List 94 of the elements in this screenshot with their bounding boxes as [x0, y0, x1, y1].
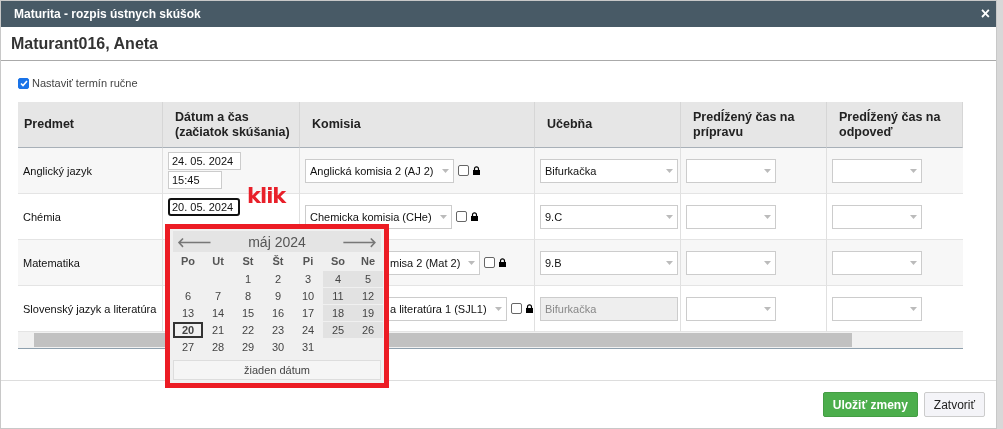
column-header: Predĺžený čas na odpoveď [827, 102, 963, 148]
subject-text: Chémia [23, 210, 61, 223]
lock-icon [470, 212, 478, 221]
prep-time-dropdown[interactable] [686, 296, 776, 321]
answer-time-dropdown[interactable] [832, 158, 922, 183]
next-month-button[interactable]: 🡒 [342, 233, 377, 250]
day-cell[interactable]: 12 [353, 288, 383, 304]
day-cell[interactable]: 18 [323, 305, 353, 321]
lock-icon [472, 166, 480, 175]
column-header: Dátum a čas (začiatok skúšania) [163, 102, 300, 148]
day-cell[interactable]: 24 [293, 322, 323, 338]
day-cell[interactable]: 26 [353, 322, 383, 338]
window-title: Maturita - rozpis ústnych skúšok [14, 7, 201, 21]
weekday-label: Po [179, 254, 197, 269]
caret-icon [764, 214, 771, 219]
caret-icon [910, 260, 917, 265]
day-cell[interactable]: 20 [173, 322, 203, 338]
day-cell[interactable]: 2 [263, 271, 293, 287]
room-dropdown[interactable]: 9.C [540, 204, 678, 229]
close-dialog-button[interactable]: Zatvoriť [923, 392, 985, 417]
caret-icon [494, 306, 502, 311]
caret-icon [666, 214, 673, 219]
caret-icon [439, 214, 447, 219]
caret-icon [910, 306, 917, 311]
caret-icon [910, 168, 917, 173]
annotation-text: klik [247, 184, 286, 208]
day-cell[interactable]: 28 [203, 339, 233, 355]
weekday-label: Št [271, 254, 285, 269]
caret-icon [666, 260, 673, 265]
checkbox[interactable] [510, 303, 522, 314]
day-cell[interactable]: 29 [233, 339, 263, 355]
day-cell[interactable]: 5 [353, 271, 383, 287]
clear-date-button[interactable]: žiaden dátum [173, 360, 381, 380]
caret-icon [764, 260, 771, 265]
day-cell[interactable]: 11 [323, 288, 353, 304]
caret-icon [441, 168, 449, 173]
day-cell[interactable]: 23 [263, 322, 293, 338]
day-cell[interactable]: 27 [173, 339, 203, 355]
subject-text: Slovenský jazyk a literatúra [23, 302, 157, 315]
checkbox[interactable] [18, 77, 29, 89]
day-cell[interactable]: 15 [233, 305, 263, 321]
prev-month-button[interactable]: 🡐 [177, 233, 212, 250]
day-cell[interactable]: 6 [173, 288, 203, 304]
column-header: Predĺžený čas na prípravu [681, 102, 827, 148]
day-cell[interactable]: 4 [323, 271, 353, 287]
weekday-label: St [241, 254, 255, 269]
prep-time-dropdown[interactable] [686, 204, 776, 229]
room-dropdown[interactable]: 9.B [540, 250, 678, 275]
column-header: Predmet [18, 102, 163, 148]
subject-text: Anglický jazyk [23, 164, 93, 177]
column-header: Učebňa [535, 102, 681, 148]
checkbox[interactable] [484, 257, 496, 268]
weekday-label: Ne [359, 254, 377, 269]
prep-time-dropdown[interactable] [686, 250, 776, 275]
caret-icon [666, 168, 673, 173]
committee-dropdown[interactable]: Anglická komisia 2 (AJ 2) [305, 158, 454, 183]
answer-time-dropdown[interactable] [832, 296, 922, 321]
subject-text: Matematika [23, 256, 80, 269]
day-cell[interactable]: 22 [233, 322, 263, 338]
checkbox[interactable] [457, 165, 469, 176]
caret-icon [764, 168, 771, 173]
day-cell[interactable]: 9 [263, 288, 293, 304]
day-cell[interactable]: 25 [323, 322, 353, 338]
day-cell[interactable]: 30 [263, 339, 293, 355]
day-cell[interactable]: 31 [293, 339, 323, 355]
date-field[interactable]: 24. 05. 2024 [168, 152, 241, 170]
day-cell[interactable]: 8 [233, 288, 263, 304]
checkbox[interactable] [455, 211, 467, 222]
weekday-label: Ut [211, 254, 225, 269]
close-button[interactable]: × [980, 6, 990, 22]
day-cell[interactable]: 13 [173, 305, 203, 321]
caret-icon [468, 260, 476, 265]
day-cell[interactable]: 16 [263, 305, 293, 321]
month-title: máj 2024 [248, 233, 306, 250]
student-name: Maturant016, Aneta [11, 34, 158, 53]
column-header: Komisia [300, 102, 535, 148]
day-cell[interactable]: 19 [353, 305, 383, 321]
caret-icon [764, 306, 771, 311]
date-field[interactable]: 20. 05. 2024 [168, 198, 240, 216]
prep-time-dropdown[interactable] [686, 158, 776, 183]
committee-dropdown[interactable]: Chemicka komisia (CHe) [305, 204, 452, 229]
time-field[interactable]: 15:45 [168, 171, 222, 189]
lock-icon [525, 304, 533, 313]
lock-icon [499, 258, 507, 267]
checkbox-label: Nastaviť termín ručne [32, 77, 138, 89]
answer-time-dropdown[interactable] [832, 250, 922, 275]
day-cell[interactable]: 21 [203, 322, 233, 338]
weekday-label: So [329, 254, 347, 269]
answer-time-dropdown[interactable] [832, 204, 922, 229]
caret-icon [910, 214, 917, 219]
room-dropdown[interactable]: Bifurkačka [540, 158, 678, 183]
day-cell[interactable]: 1 [233, 271, 263, 287]
day-cell[interactable]: 14 [203, 305, 233, 321]
day-cell[interactable]: 7 [203, 288, 233, 304]
